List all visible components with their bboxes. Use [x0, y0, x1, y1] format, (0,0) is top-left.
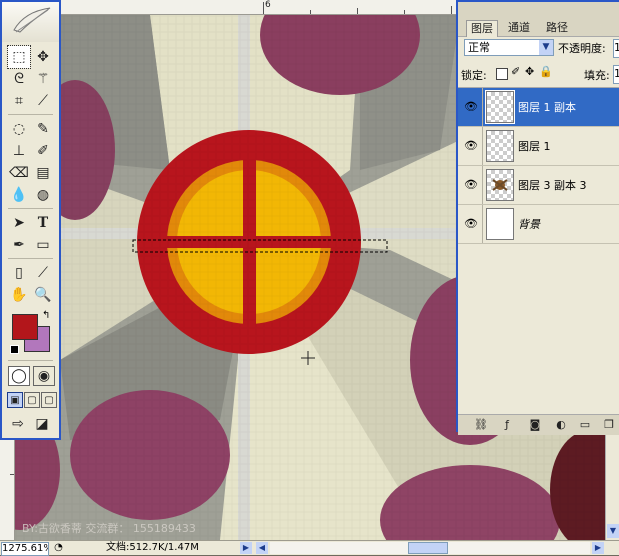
- dodge-icon[interactable]: ◍: [32, 184, 54, 206]
- eye-icon[interactable]: 👁: [463, 99, 479, 115]
- opacity-input[interactable]: 1: [613, 39, 619, 58]
- lock-position-icon[interactable]: ✥: [525, 65, 534, 78]
- scroll-left-arrow-icon[interactable]: ◀: [256, 542, 268, 554]
- status-menu-arrow-icon[interactable]: ▶: [240, 542, 252, 554]
- rectangular-marquee-icon[interactable]: ⬚: [7, 45, 31, 69]
- layer-style-icon[interactable]: ƒ: [500, 418, 514, 431]
- tab-channels[interactable]: 通道: [504, 20, 534, 36]
- lock-transparency-icon[interactable]: [496, 68, 508, 80]
- quick-mask-icon[interactable]: ◉: [33, 366, 55, 386]
- layers-palette: 图层 通道 路径 正常 ▼ 不透明度: 1 锁定: ✐ ✥ 🔒 填充: 1 👁 …: [456, 0, 619, 435]
- brush-icon[interactable]: ✎: [32, 118, 54, 140]
- tools-palette: ⬚ ✥ ᘓ ⚚ ⌗ ⟋ ◌ ✎ ⊥ ✐ ⌫ ▤ 💧 ◍ ➤ T ✒ ▭ ▯ ⟋ …: [0, 0, 61, 440]
- path-selection-icon[interactable]: ➤: [8, 212, 30, 234]
- healing-brush-icon[interactable]: ◌: [8, 118, 30, 140]
- pen-icon[interactable]: ✒: [8, 234, 30, 256]
- jump-to-imageready-icon[interactable]: ⇨: [8, 414, 28, 434]
- gradient-icon[interactable]: ▤: [32, 162, 54, 184]
- scroll-thumb[interactable]: [408, 542, 448, 554]
- notes-icon[interactable]: ▯: [8, 262, 30, 284]
- ruler-label: 6: [265, 0, 271, 10]
- standard-mode-icon[interactable]: ◯: [8, 366, 30, 386]
- screen-mode-standard-icon[interactable]: ▣: [7, 392, 23, 408]
- crop-icon[interactable]: ⌗: [8, 90, 30, 112]
- move-icon[interactable]: ✥: [32, 46, 54, 68]
- opacity-label: 不透明度:: [558, 42, 606, 55]
- lock-label: 锁定:: [461, 69, 487, 82]
- navigator-icon[interactable]: ◔: [52, 542, 65, 554]
- layer-thumbnail: [485, 90, 515, 124]
- foreground-color-swatch[interactable]: [12, 314, 38, 340]
- layer-name: 图层 1: [518, 140, 551, 153]
- history-brush-icon[interactable]: ✐: [32, 140, 54, 162]
- chevron-down-icon[interactable]: ▼: [539, 40, 553, 55]
- blur-icon[interactable]: 💧: [8, 184, 30, 206]
- photoshop-feather-logo: [2, 2, 59, 42]
- eye-icon[interactable]: 👁: [463, 138, 479, 154]
- scroll-down-arrow-icon[interactable]: ▼: [607, 524, 619, 538]
- hand-icon[interactable]: ✋: [8, 284, 30, 306]
- layer-name: 图层 1 副本: [518, 101, 576, 114]
- blend-mode-select[interactable]: 正常 ▼: [464, 39, 554, 56]
- eyedropper-icon[interactable]: ⟋: [32, 262, 54, 284]
- layer-mask-icon[interactable]: ◙: [528, 418, 542, 431]
- slice-icon[interactable]: ⟋: [32, 90, 54, 112]
- swap-colors-icon[interactable]: ↰: [42, 310, 50, 321]
- magic-wand-icon[interactable]: ⚚: [32, 68, 54, 90]
- new-group-icon[interactable]: ▭: [578, 418, 592, 431]
- fill-input[interactable]: 1: [613, 65, 619, 84]
- edit-in-imageready-icon[interactable]: ◪: [32, 414, 52, 434]
- zoom-level-field[interactable]: 1275.61%: [1, 542, 49, 556]
- horizontal-scrollbar[interactable]: [270, 542, 590, 554]
- eraser-icon[interactable]: ⌫: [8, 162, 30, 184]
- zoom-icon[interactable]: 🔍: [32, 284, 54, 306]
- blend-mode-value: 正常: [468, 41, 490, 54]
- layer-thumbnail: [486, 208, 514, 240]
- lasso-icon[interactable]: ᘓ: [8, 68, 30, 90]
- new-layer-icon[interactable]: ❐: [602, 418, 616, 431]
- layer-thumbnail: [486, 130, 514, 162]
- clone-stamp-icon[interactable]: ⊥: [8, 140, 30, 162]
- layer-name: 背景: [518, 218, 540, 231]
- scroll-right-arrow-icon[interactable]: ▶: [592, 542, 604, 554]
- tab-paths[interactable]: 路径: [542, 20, 572, 36]
- layer-row[interactable]: 👁 图层 1: [458, 127, 619, 166]
- lock-image-icon[interactable]: ✐: [511, 65, 520, 78]
- layer-thumbnail: [486, 169, 514, 201]
- tab-layers[interactable]: 图层: [466, 20, 498, 37]
- fill-label: 填充:: [584, 69, 610, 82]
- shape-icon[interactable]: ▭: [32, 234, 54, 256]
- link-layers-icon[interactable]: ⛓: [474, 418, 488, 431]
- layer-row[interactable]: 👁 图层 1 副本: [458, 88, 619, 127]
- lock-all-icon[interactable]: 🔒: [539, 65, 553, 78]
- layer-row[interactable]: 👁 图层 3 副本 3: [458, 166, 619, 205]
- palette-tabs: 图层 通道 路径: [458, 18, 619, 37]
- type-icon[interactable]: T: [32, 212, 54, 234]
- screen-mode-full-icon[interactable]: ▢: [41, 392, 57, 408]
- layer-name: 图层 3 副本 3: [518, 179, 587, 192]
- eye-icon[interactable]: 👁: [463, 177, 479, 193]
- status-bar: 1275.61% ◔ 文档:512.7K/1.47M ▶ ◀ ▶: [0, 540, 619, 556]
- layers-bottom-bar: ⛓ ƒ ◙ ◐ ▭ ❐: [458, 414, 619, 435]
- vertical-scrollbar[interactable]: ▼: [605, 432, 619, 540]
- watermark-text: BY:古欲香蒂 交流群： 155189433: [22, 522, 196, 535]
- palette-title-bar[interactable]: [458, 2, 619, 18]
- default-colors-icon[interactable]: [10, 345, 19, 354]
- eye-icon[interactable]: 👁: [463, 216, 479, 232]
- screen-mode-full-menu-icon[interactable]: ▢: [24, 392, 40, 408]
- adjustment-layer-icon[interactable]: ◐: [554, 418, 568, 431]
- document-size: 文档:512.7K/1.47M: [106, 542, 199, 553]
- layer-row[interactable]: 👁 背景: [458, 205, 619, 244]
